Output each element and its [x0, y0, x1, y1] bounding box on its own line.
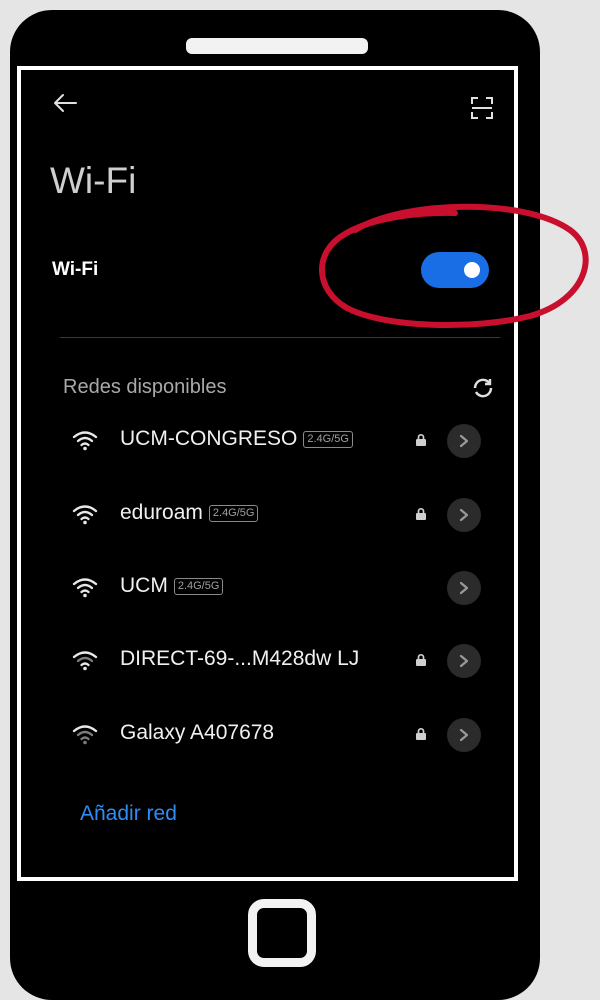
wifi-icon [72, 430, 98, 457]
band-badge: 2.4G/5G [303, 431, 353, 448]
lock-icon [414, 433, 428, 452]
page-title: Wi-Fi [50, 160, 137, 201]
network-row[interactable]: UCM-CONGRESO 2.4G/5G [0, 420, 530, 460]
home-button[interactable] [248, 899, 316, 967]
network-details-button[interactable] [447, 718, 481, 752]
network-row[interactable]: UCM 2.4G/5G [0, 567, 530, 607]
wifi-toggle-label: Wi-Fi [52, 259, 99, 280]
chevron-right-icon [459, 508, 469, 522]
chevron-right-icon [459, 728, 469, 742]
network-row[interactable]: eduroam 2.4G/5G [0, 494, 530, 534]
scan-icon[interactable] [471, 97, 493, 124]
chevron-right-icon [459, 434, 469, 448]
available-networks-heading: Redes disponibles [63, 376, 227, 398]
lock-icon [414, 653, 428, 672]
divider [60, 337, 500, 338]
wifi-icon [72, 724, 98, 751]
network-details-button[interactable] [447, 424, 481, 458]
network-name: UCM-CONGRESO 2.4G/5G [120, 427, 353, 451]
add-network-link[interactable]: Añadir red [80, 802, 177, 826]
network-name: DIRECT-69-...M428dw LJ [120, 647, 360, 670]
wifi-icon [72, 577, 98, 604]
chevron-right-icon [459, 581, 469, 595]
refresh-icon[interactable] [471, 376, 495, 405]
band-badge: 2.4G/5G [173, 578, 224, 595]
wifi-icon [72, 650, 98, 677]
network-name: eduroam 2.4G/5G [120, 501, 259, 525]
network-details-button[interactable] [447, 644, 481, 678]
highlight-circle-annotation [319, 203, 589, 329]
network-name: UCM 2.4G/5G [120, 574, 224, 598]
network-name: Galaxy A407678 [120, 721, 275, 744]
back-arrow-icon[interactable] [50, 88, 80, 123]
band-badge: 2.4G/5G [208, 505, 259, 522]
lock-icon [414, 507, 428, 526]
network-details-button[interactable] [447, 498, 481, 532]
phone-speaker [186, 38, 368, 54]
lock-icon [414, 727, 428, 746]
network-row[interactable]: Galaxy A407678 [0, 714, 530, 754]
wifi-icon [72, 504, 98, 531]
network-details-button[interactable] [447, 571, 481, 605]
chevron-right-icon [459, 654, 469, 668]
network-row[interactable]: DIRECT-69-...M428dw LJ [0, 640, 530, 680]
